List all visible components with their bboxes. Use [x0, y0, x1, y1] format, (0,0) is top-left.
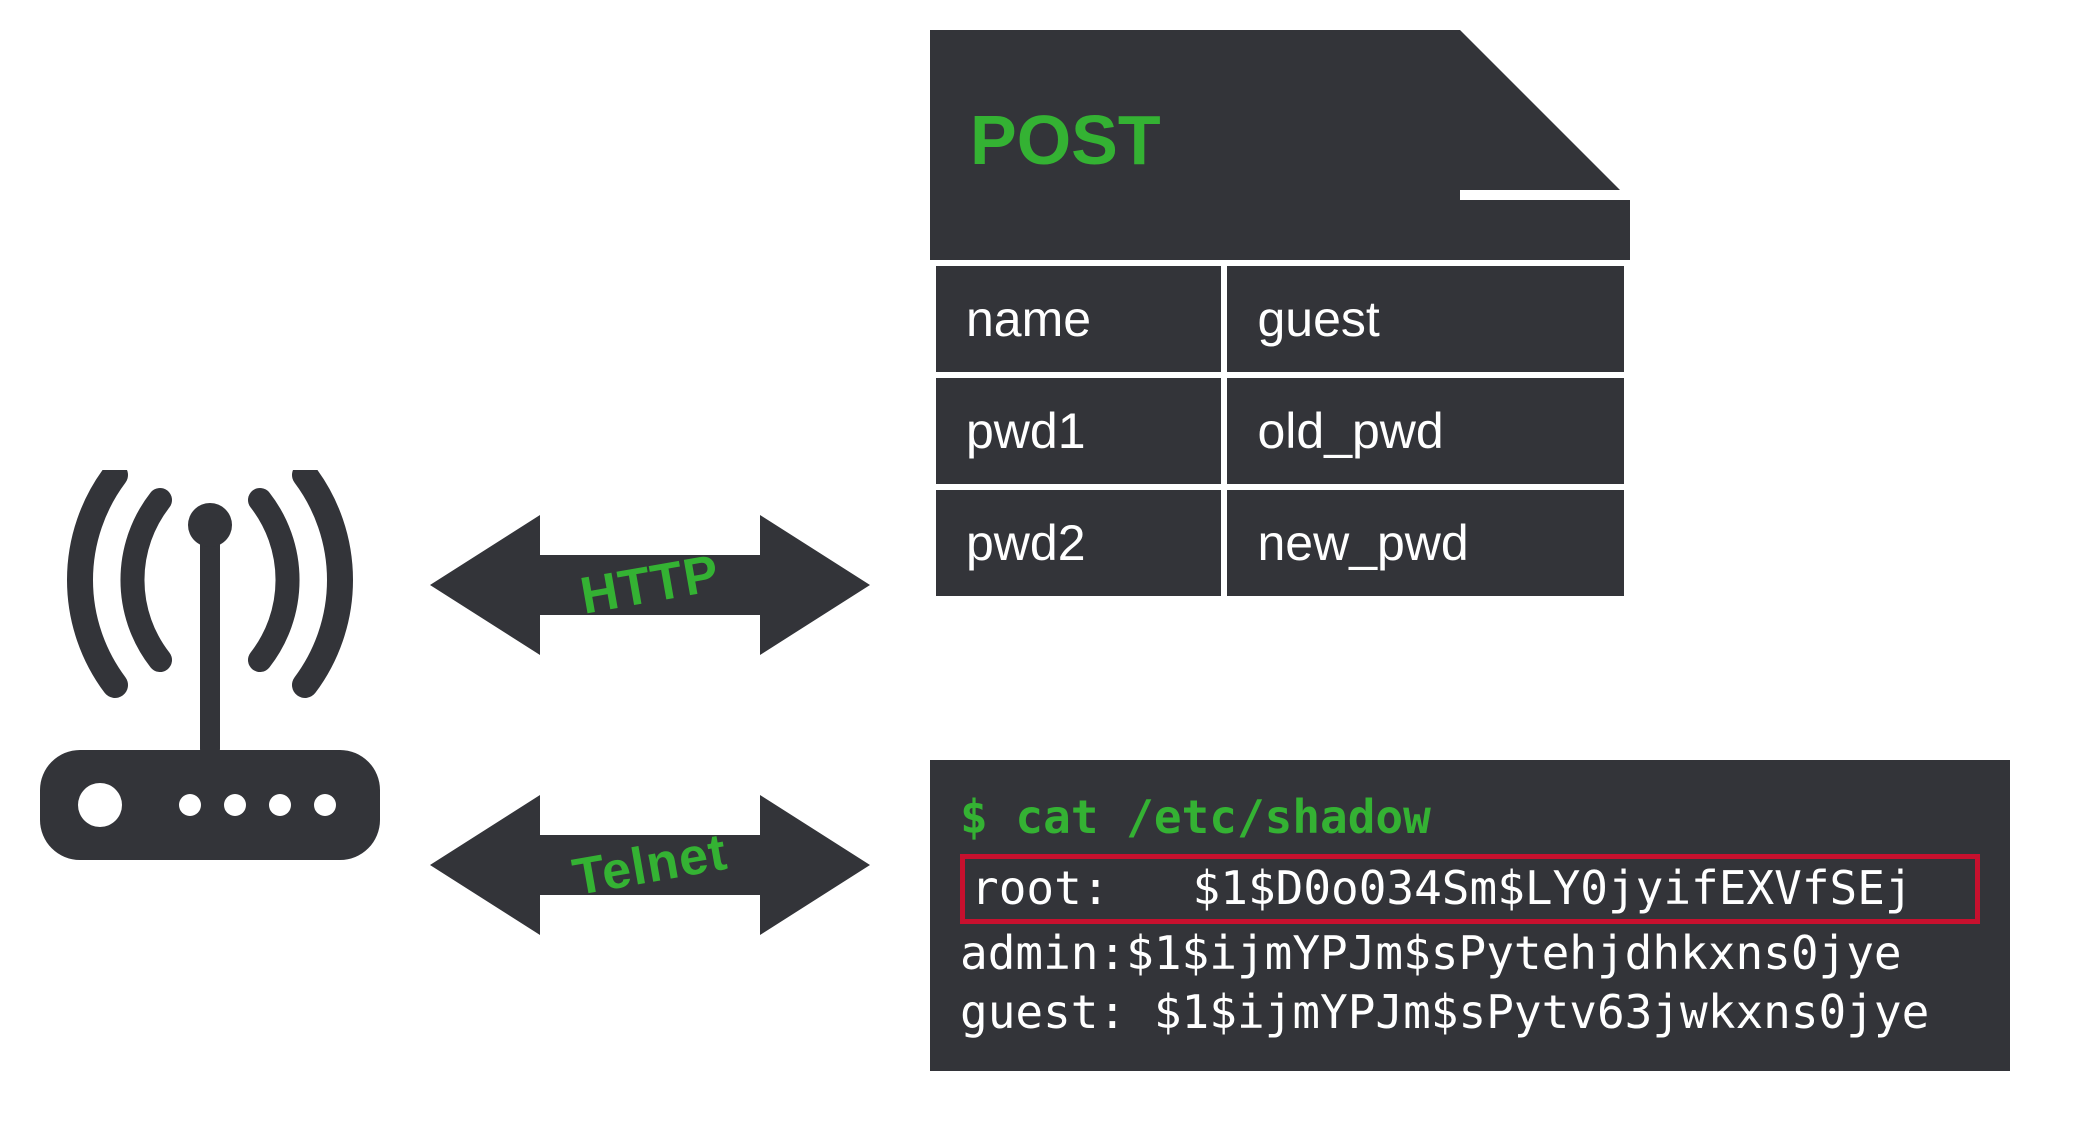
param-value: old_pwd [1224, 375, 1627, 487]
telnet-arrow: Telnet [430, 780, 870, 950]
post-document: POST name guest pwd1 old_pwd pwd2 new_pw… [930, 30, 1630, 602]
param-key: pwd1 [933, 375, 1224, 487]
param-key: name [933, 263, 1224, 375]
shadow-root-line: root: $1$D0o034Sm$LY0jyifEXVfSEj [960, 854, 1980, 924]
param-value: new_pwd [1224, 487, 1627, 599]
terminal-command: $ cat /etc/shadow [960, 788, 1980, 848]
post-method: POST [970, 100, 1161, 180]
table-row: name guest [933, 263, 1627, 375]
param-key: pwd2 [933, 487, 1224, 599]
table-row: pwd1 old_pwd [933, 375, 1627, 487]
post-header: POST [930, 30, 1630, 260]
post-params-table: name guest pwd1 old_pwd pwd2 new_pwd [930, 260, 1630, 602]
http-arrow: HTTP [430, 500, 870, 670]
shadow-guest-line: guest: $1$ijmYPJm$sPytv63jwkxns0jye [960, 983, 1980, 1043]
router-icon [40, 470, 380, 870]
shadow-admin-line: admin:$1$ijmYPJm$sPytehjdhkxns0jye [960, 924, 1980, 984]
terminal-output: $ cat /etc/shadow root: $1$D0o034Sm$LY0j… [930, 760, 2010, 1071]
param-value: guest [1224, 263, 1627, 375]
table-row: pwd2 new_pwd [933, 487, 1627, 599]
